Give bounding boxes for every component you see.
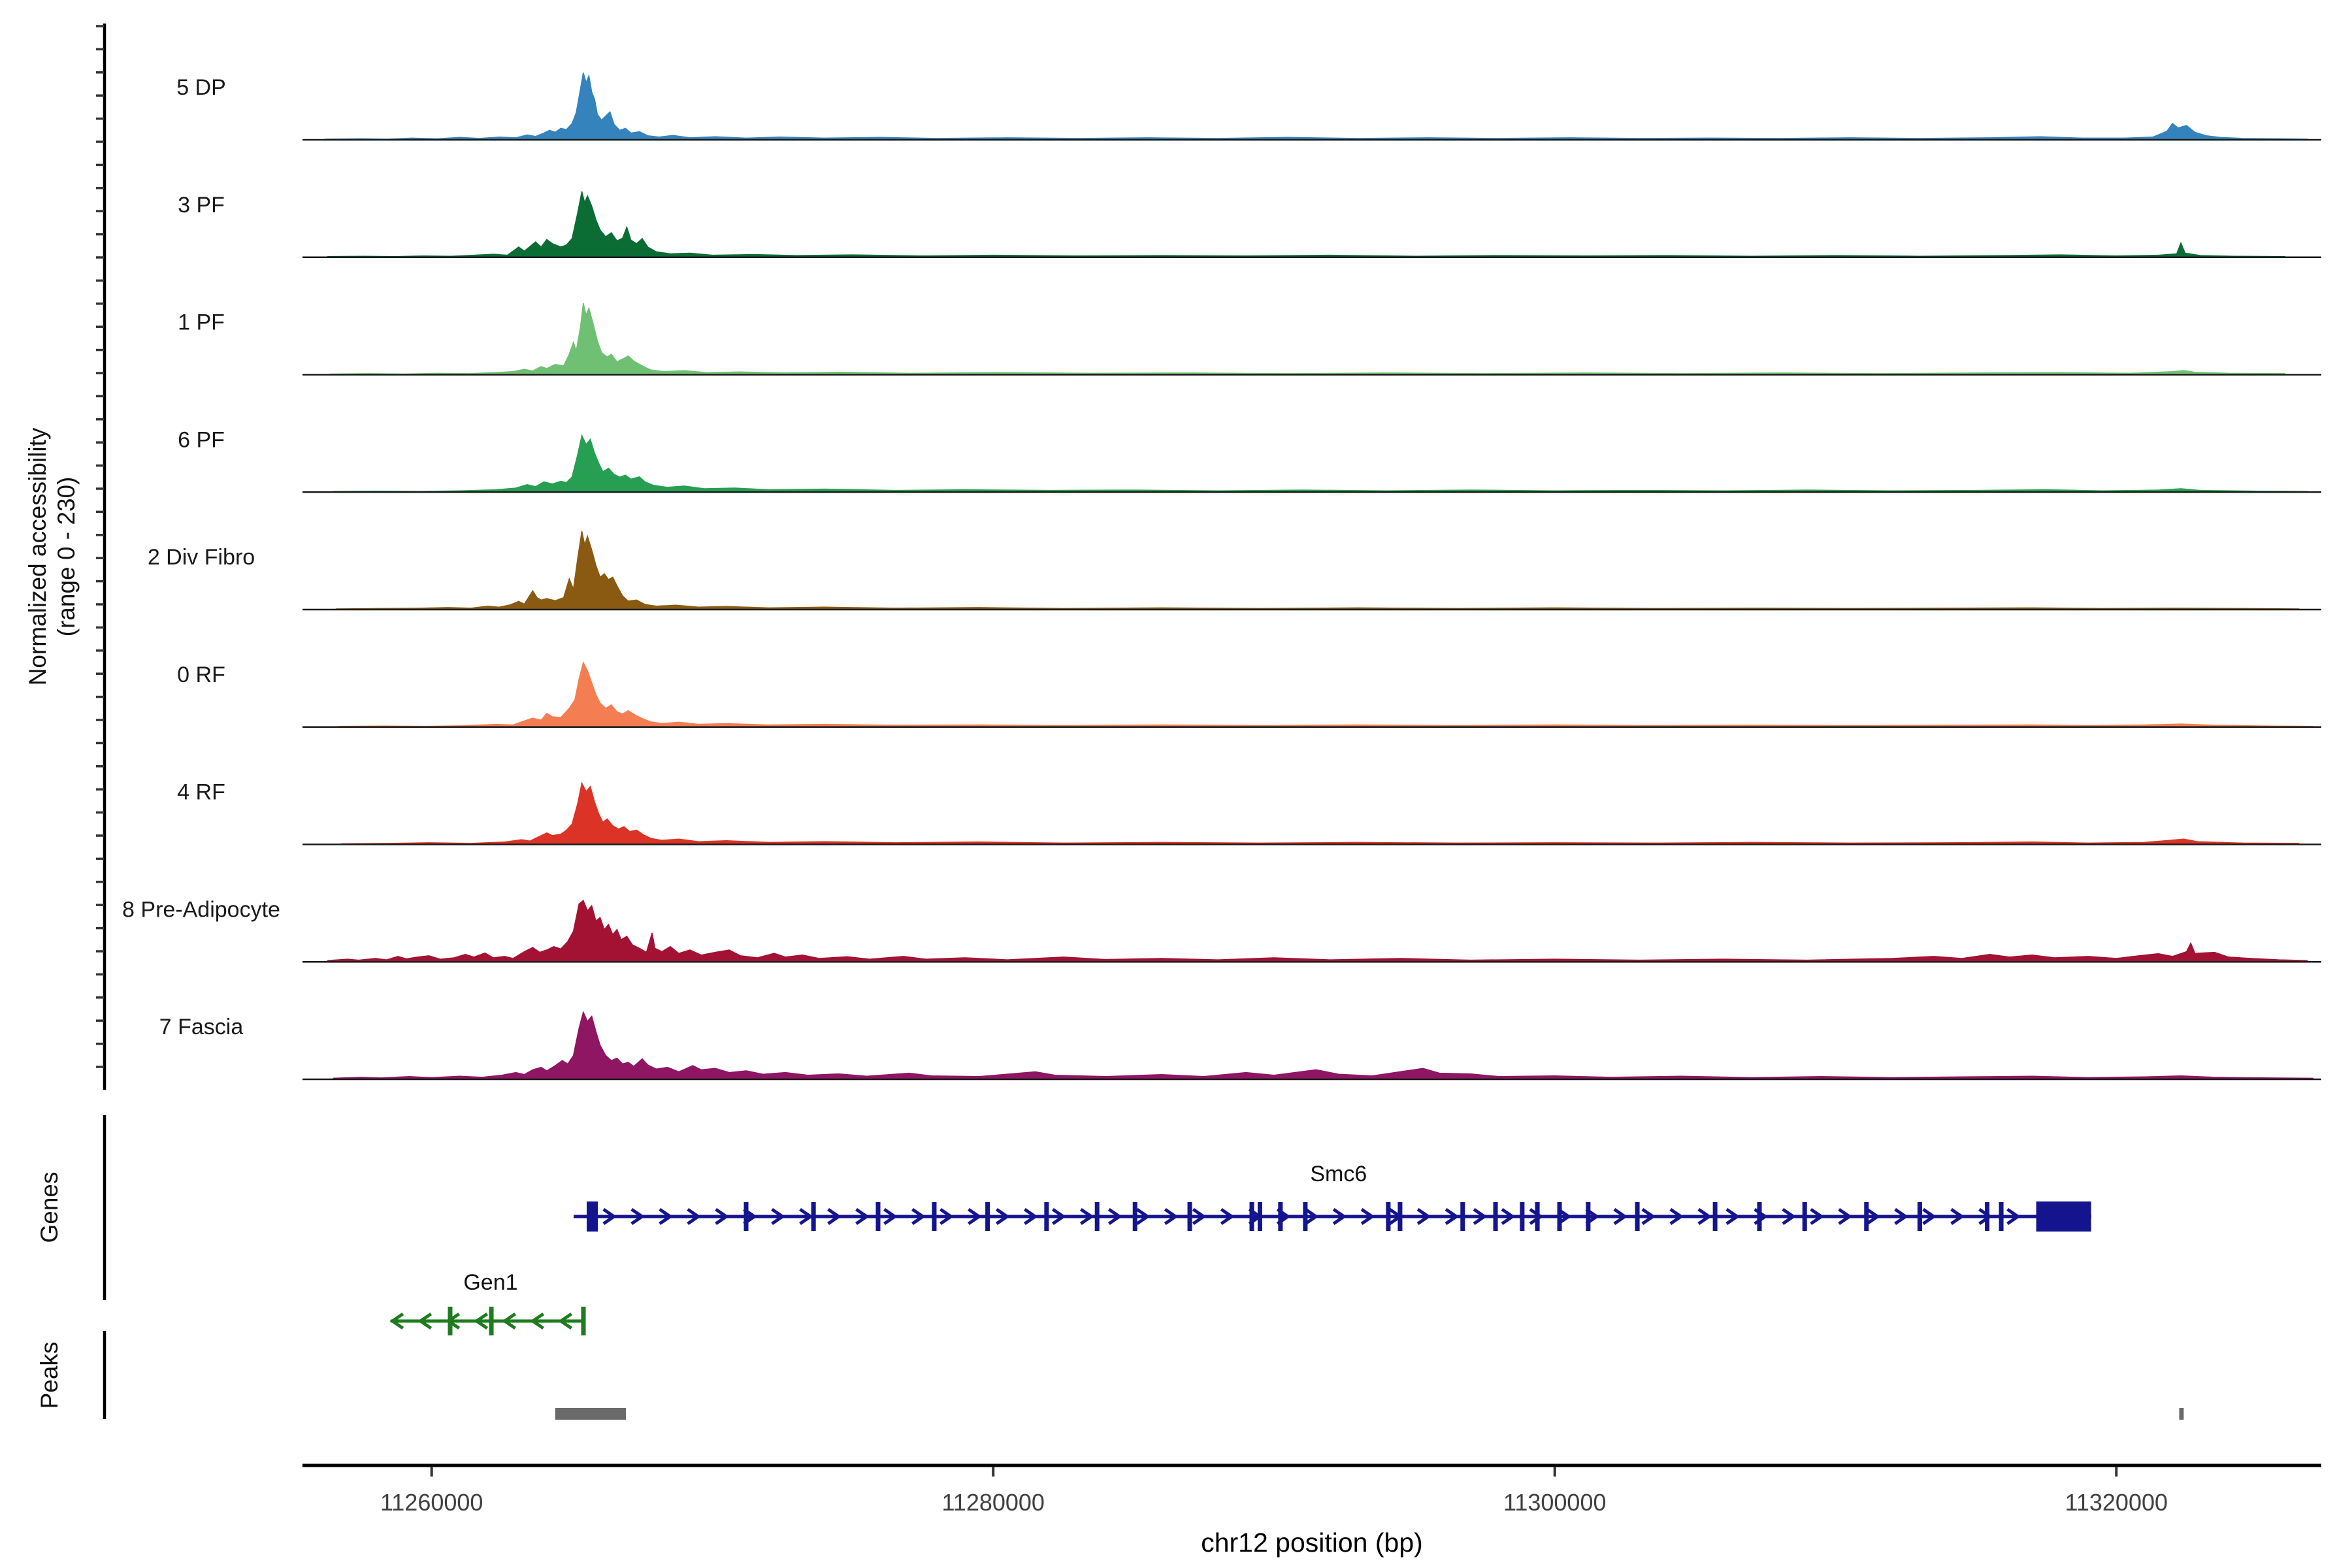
peak-interval [2180, 1408, 2184, 1420]
track-label-3-pf: 3 PF [178, 193, 225, 218]
x-axis-tick-label: 11300000 [1503, 1489, 1607, 1516]
track-label-4-rf: 4 RF [177, 780, 225, 805]
track-label-0-rf: 0 RF [177, 662, 225, 687]
genes-section-label: Genes [36, 1171, 63, 1243]
track-label-5-dp: 5 DP [176, 75, 226, 100]
exon-bar-smc6 [932, 1202, 936, 1231]
exon-bar-smc6 [1303, 1202, 1307, 1231]
track-label-1-pf: 1 PF [178, 310, 225, 335]
exon-bar-smc6 [1713, 1202, 1718, 1231]
exon-bar-smc6 [1558, 1202, 1562, 1231]
coverage-plot: 5 DP 3 PF 1 PF 6 PF 2 Div Fibro 0 RF 4 RF 8 Pre… [0, 0, 2352, 1568]
coverage-signal-6-pf [333, 436, 2307, 493]
exon-bar-smc6 [1095, 1202, 1100, 1231]
genes-track: Genes Smc6 Gen1 [36, 1115, 2091, 1335]
track-label-8-pre-adipocyte: 8 Pre-Adipocyte [122, 897, 280, 922]
coverage-signal-5-dp [325, 73, 2307, 140]
exon-bar-smc6 [1386, 1202, 1390, 1231]
exon-bar-smc6 [1586, 1202, 1590, 1231]
tracks-y-axis: Normalized accessibility (range 0 - 230) [24, 24, 105, 1090]
exon-bar-smc6 [744, 1202, 749, 1231]
x-axis-tick-label: 11280000 [941, 1489, 1045, 1516]
y-axis-label-line2: (range 0 - 230) [53, 477, 80, 637]
accessibility-tracks: 5 DP 3 PF 1 PF 6 PF 2 Div Fibro 0 RF 4 RF 8 Pre… [122, 73, 2321, 1079]
coverage-signal-1-pf [331, 303, 2285, 375]
exon-bar-gen1 [581, 1307, 586, 1335]
exon-bar-smc6 [876, 1202, 881, 1231]
gene-end-exon-box [2036, 1201, 2091, 1232]
exon-bar-gen1 [489, 1307, 494, 1335]
exon-bar-smc6 [1133, 1202, 1137, 1231]
gene-name-smc6: Smc6 [1310, 1162, 1367, 1186]
exon-bar-smc6 [1494, 1202, 1498, 1231]
exon-bar-smc6 [1803, 1202, 1807, 1231]
exon-bar-smc6 [1635, 1202, 1640, 1231]
coverage-signal-4-rf [342, 783, 2298, 845]
exon-bar-smc6 [1258, 1202, 1262, 1231]
exon-bar-smc6 [811, 1202, 816, 1231]
x-axis-tick-label: 11260000 [380, 1489, 483, 1516]
coverage-signal-3-pf [328, 191, 2285, 257]
peaks-section-label: Peaks [36, 1342, 63, 1409]
track-label-2-div-fibro: 2 Div Fibro [148, 545, 255, 570]
track-label-6-pf: 6 PF [178, 427, 225, 452]
gene-name-gen1: Gen1 [463, 1270, 517, 1295]
gene-start-exon-box [587, 1201, 598, 1232]
exon-bar-smc6 [1520, 1202, 1524, 1231]
coverage-signal-7-fascia [333, 1012, 2313, 1079]
exon-bar-smc6 [1757, 1202, 1762, 1231]
exon-bar-gen1 [448, 1307, 452, 1335]
exon-bar-smc6 [1278, 1202, 1282, 1231]
exon-bar-smc6 [1999, 1202, 2004, 1231]
peaks-track: Peaks [36, 1331, 2183, 1420]
y-axis-label-line1: Normalized accessibility [24, 427, 51, 685]
exon-bar-smc6 [1535, 1202, 1540, 1231]
coverage-signal-0-rf [339, 662, 2313, 727]
x-axis: chr12 position (bp) 11260000 11280000 1130… [302, 1465, 2321, 1558]
track-label-7-fascia: 7 Fascia [159, 1015, 244, 1039]
x-axis-title: chr12 position (bp) [1201, 1527, 1423, 1558]
exon-bar-smc6 [1397, 1202, 1402, 1231]
exon-bar-smc6 [1188, 1202, 1192, 1231]
coverage-signal-2-div-fibro [336, 531, 2299, 610]
exon-bar-smc6 [1250, 1202, 1254, 1231]
exon-bar-smc6 [1985, 1202, 1989, 1231]
exon-bar-smc6 [1044, 1202, 1049, 1231]
x-axis-tick-label: 11320000 [2065, 1489, 2168, 1516]
exon-bar-smc6 [985, 1202, 990, 1231]
exon-bar-smc6 [1864, 1202, 1869, 1231]
exon-bar-smc6 [1918, 1202, 1922, 1231]
peak-interval [555, 1408, 626, 1420]
coverage-signal-8-pre-adipocyte [328, 900, 2308, 962]
exon-bar-smc6 [1460, 1202, 1465, 1231]
